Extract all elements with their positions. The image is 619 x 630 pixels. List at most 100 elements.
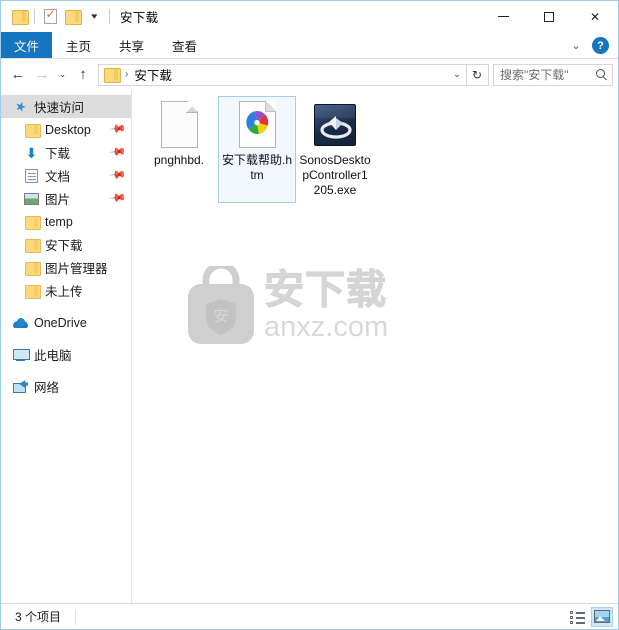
qat-folder-button[interactable] <box>8 6 30 28</box>
network-icon <box>12 379 29 395</box>
up-arrow-icon: ↑ <box>79 66 87 83</box>
chevron-down-icon: ▾ <box>90 11 98 21</box>
blank-document-icon <box>155 101 203 149</box>
tab-view[interactable]: 查看 <box>158 32 211 58</box>
sidebar-item-label: 安下载 <box>45 239 83 253</box>
sidebar-gap-1 <box>1 302 131 311</box>
status-bar: 3 个项目 <box>1 603 618 629</box>
folder-icon <box>23 122 41 138</box>
window-title: 安下载 <box>120 11 159 25</box>
qat-divider-2 <box>109 9 110 24</box>
help-icon: ? <box>597 39 604 52</box>
address-dropdown-button[interactable]: ⌄ <box>448 65 466 85</box>
qat-customize-button[interactable]: ▾ <box>83 6 105 28</box>
watermark-logo: 安 <box>184 261 258 346</box>
view-toggle-group <box>566 606 613 627</box>
maximize-button[interactable] <box>526 1 572 32</box>
folder-icon <box>23 283 41 299</box>
sidebar-item-desktop[interactable]: Desktop 📌 <box>1 118 131 141</box>
sidebar-item-downloads[interactable]: ⬇ 下载 📌 <box>1 141 131 164</box>
sidebar-item-quick-access[interactable]: ★ 快速访问 <box>1 95 131 118</box>
pictures-icon <box>23 191 40 207</box>
list-item[interactable]: SonosDesktopController1205.exe <box>296 96 374 203</box>
sidebar-item-label: 图片管理器 <box>45 262 108 276</box>
sidebar-item-label: 此电脑 <box>34 349 72 363</box>
sidebar-item-pictures[interactable]: 图片 📌 <box>1 187 131 210</box>
minimize-button[interactable] <box>480 1 526 32</box>
this-pc-icon <box>12 347 30 363</box>
details-view-button[interactable] <box>566 607 588 627</box>
sidebar-item-label: temp <box>45 214 73 229</box>
folder-icon <box>11 10 29 25</box>
minimize-icon <box>497 16 509 17</box>
address-bar[interactable]: › 安下载 ⌄ ↻ <box>98 63 489 86</box>
back-arrow-icon: ← <box>10 66 26 83</box>
search-box[interactable]: 搜索"安下载" <box>493 63 613 86</box>
qat-new-folder-button[interactable] <box>61 6 83 28</box>
up-button[interactable]: ↑ <box>71 63 95 87</box>
tab-share[interactable]: 共享 <box>105 32 158 58</box>
forward-button[interactable]: → <box>30 63 54 87</box>
sidebar-item-picture-manager[interactable]: 图片管理器 <box>1 256 131 279</box>
close-icon: ✕ <box>589 9 601 24</box>
ribbon-tabs: 文件 主页 共享 查看 ⌄ ? <box>1 32 618 59</box>
help-button[interactable]: ? <box>592 37 609 54</box>
watermark: 安 安下载 anxz.com <box>184 258 424 354</box>
list-item[interactable]: pnghhbd. <box>140 96 218 203</box>
pin-icon[interactable]: 📌 <box>108 189 126 207</box>
large-icons-view-button[interactable] <box>591 606 613 627</box>
chevron-down-icon: ⌄ <box>571 40 581 52</box>
file-name: SonosDesktopController1205.exe <box>299 153 371 197</box>
list-item[interactable]: 安下载帮助.htm <box>218 96 296 203</box>
sidebar-item-this-pc[interactable]: 此电脑 <box>1 343 131 366</box>
sidebar-item-not-uploaded[interactable]: 未上传 <box>1 279 131 302</box>
file-list-pane[interactable]: pnghhbd. 安下载帮助.htm SonosDesktopControlle… <box>132 90 618 603</box>
maximize-icon <box>544 11 554 22</box>
sidebar-item-documents[interactable]: 文档 📌 <box>1 164 131 187</box>
close-button[interactable]: ✕ <box>572 1 618 32</box>
large-icons-view-icon <box>594 610 610 623</box>
qat-divider <box>34 9 35 24</box>
recent-locations-button[interactable]: ⌄ <box>54 63 71 87</box>
sidebar-item-label: 下载 <box>45 147 71 161</box>
file-explorer-window: ▾ 安下载 ✕ 文件 主页 共享 查看 ⌄ ? ← → <box>0 0 619 630</box>
sidebar-item-label: 网络 <box>34 381 60 395</box>
expand-ribbon-button[interactable]: ⌄ <box>567 37 585 55</box>
pin-icon[interactable]: 📌 <box>108 166 126 184</box>
refresh-icon: ↻ <box>471 67 483 82</box>
sidebar-item-label: Desktop <box>45 122 91 137</box>
qat-properties-button[interactable] <box>39 6 61 28</box>
sidebar-item-label: 未上传 <box>45 285 83 299</box>
watermark-en: anxz.com <box>264 311 389 343</box>
search-input[interactable]: 搜索"安下载" <box>500 66 595 83</box>
pin-icon[interactable]: 📌 <box>108 143 126 161</box>
quick-access-toolbar: ▾ 安下载 <box>1 6 158 28</box>
breadcrumb: › 安下载 <box>104 65 172 84</box>
download-icon: ⬇ <box>25 144 38 161</box>
tab-file[interactable]: 文件 <box>1 32 53 58</box>
pin-icon[interactable]: 📌 <box>108 120 126 138</box>
sidebar-item-network[interactable]: 网络 <box>1 375 131 398</box>
forward-arrow-icon: → <box>34 66 50 83</box>
tab-home[interactable]: 主页 <box>52 32 105 58</box>
sidebar-item-label: 图片 <box>45 193 71 207</box>
watermark-text: 安下载 anxz.com <box>263 268 389 343</box>
sidebar-item-temp[interactable]: temp <box>1 210 131 233</box>
item-count-label: 3 个项目 <box>15 610 62 624</box>
file-name: pnghhbd. <box>153 153 205 167</box>
back-button[interactable]: ← <box>6 63 30 87</box>
sidebar-item-label: 快速访问 <box>34 101 85 115</box>
file-grid: pnghhbd. 安下载帮助.htm SonosDesktopControlle… <box>132 90 618 203</box>
breadcrumb-item-current[interactable]: 安下载 <box>134 65 172 84</box>
html-document-icon <box>233 101 281 149</box>
cloud-icon <box>12 315 29 331</box>
sidebar-item-onedrive[interactable]: OneDrive <box>1 311 131 334</box>
sonos-application-icon <box>311 101 359 149</box>
chevron-down-icon: ⌄ <box>453 69 461 79</box>
folder-icon <box>104 68 121 83</box>
title-bar: ▾ 安下载 ✕ <box>1 1 618 32</box>
sidebar-item-label: 文档 <box>45 170 71 184</box>
sidebar-item-anxiazai[interactable]: 安下载 <box>1 233 131 256</box>
refresh-button[interactable]: ↻ <box>467 65 487 85</box>
watermark-cn: 安下载 <box>263 268 387 312</box>
